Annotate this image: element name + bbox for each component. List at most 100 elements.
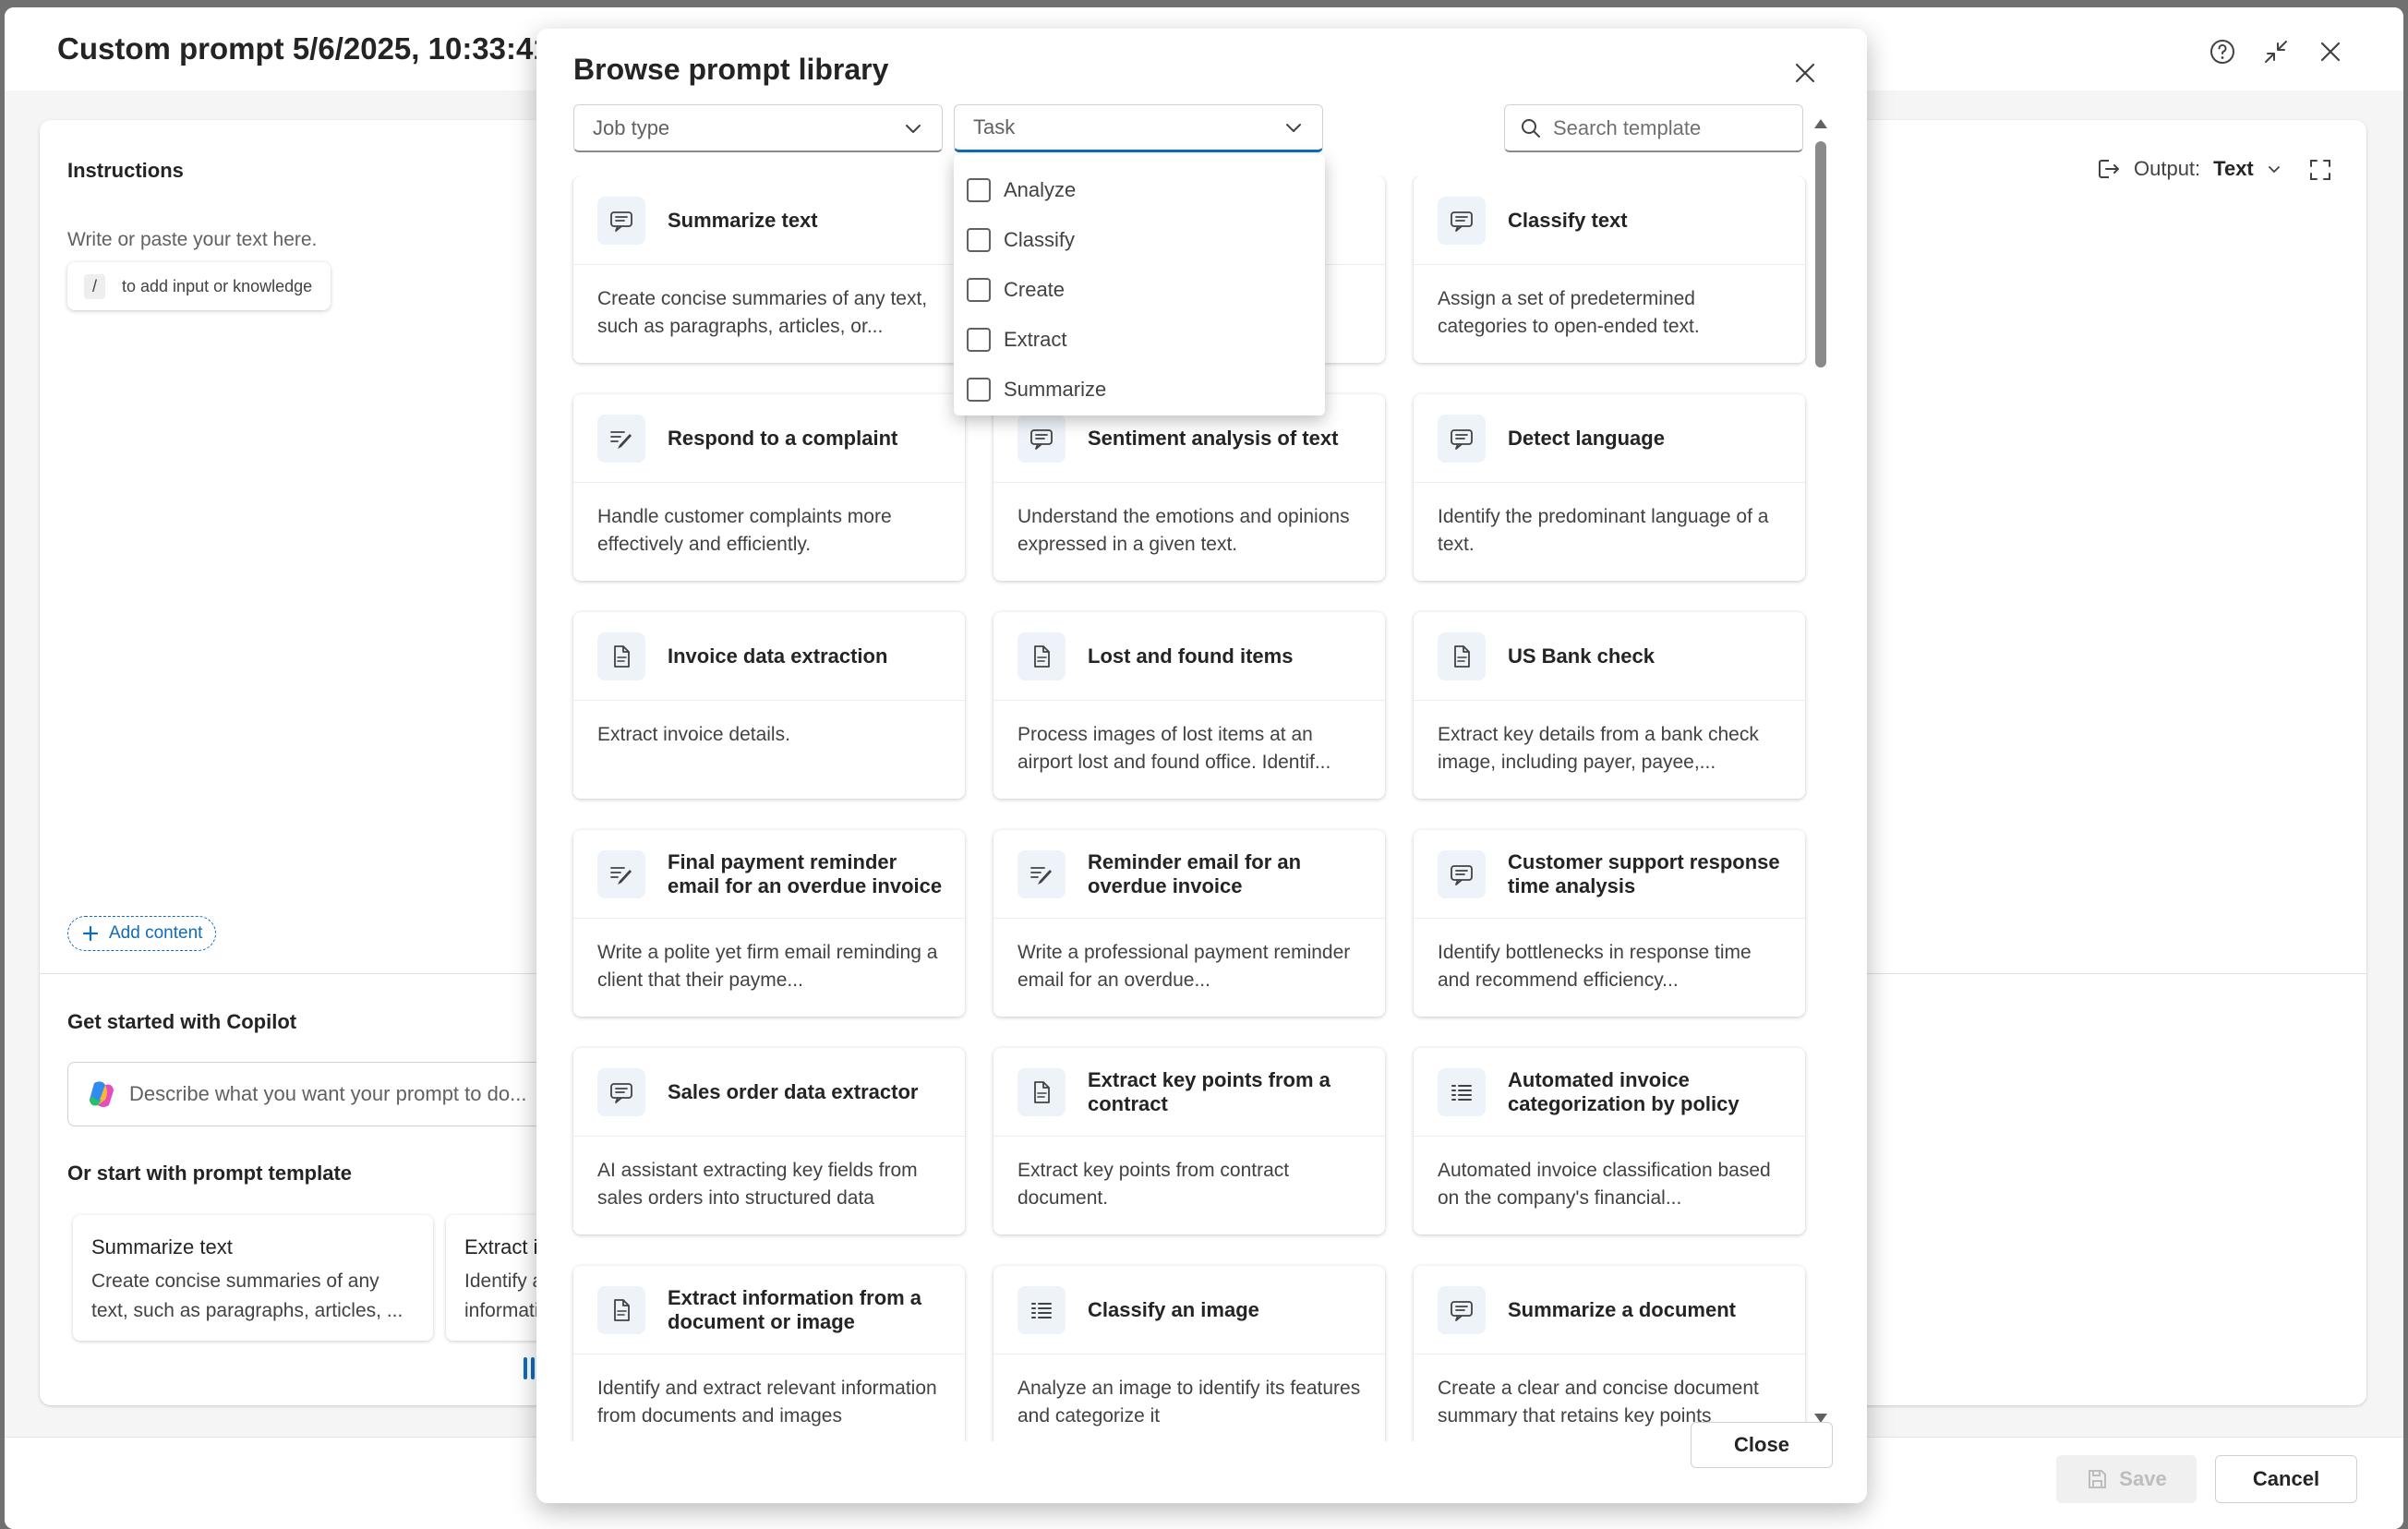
pen-lines-icon <box>1017 849 1066 898</box>
help-icon[interactable] <box>2204 33 2241 70</box>
task-option-label: Summarize <box>1004 378 1107 401</box>
slash-key: / <box>84 273 106 299</box>
checkbox[interactable] <box>967 328 991 352</box>
template-card[interactable]: US Bank check Extract key details from a … <box>1414 612 1805 799</box>
template-card[interactable]: Sentiment analysis of text Understand the… <box>993 394 1385 581</box>
task-placeholder: Task <box>973 115 1016 138</box>
template-card[interactable]: Extract information from a document or i… <box>573 1266 965 1441</box>
checkbox[interactable] <box>967 178 991 202</box>
checkbox[interactable] <box>967 278 991 302</box>
save-label: Save <box>2119 1467 2167 1490</box>
cancel-button[interactable]: Cancel <box>2215 1455 2357 1503</box>
template-card-header: Sales order data extractor <box>573 1048 965 1137</box>
template-card-desc: Extract invoice details. <box>597 724 790 745</box>
add-content-button[interactable]: Add content <box>67 916 217 951</box>
template-card-desc: Identify bottlenecks in response time an… <box>1438 942 1752 991</box>
template-heading: Or start with prompt template <box>67 1162 353 1185</box>
task-option-summarize[interactable]: Summarize <box>954 365 1325 415</box>
task-option-extract[interactable]: Extract <box>954 315 1325 365</box>
text-icon <box>597 196 645 245</box>
template-card-title: Classify an image <box>1088 1297 1259 1321</box>
document-icon <box>1017 1067 1066 1116</box>
collapse-icon[interactable] <box>2258 33 2294 70</box>
save-button[interactable]: Save <box>2056 1455 2197 1503</box>
template-card-title: Summarize text <box>668 208 818 232</box>
template-card[interactable]: Sales order data extractor AI assistant e… <box>573 1048 965 1234</box>
task-option-classify[interactable]: Classify <box>954 215 1325 265</box>
checkbox[interactable] <box>967 378 991 402</box>
template-card-desc: Extract key details from a bank check im… <box>1438 724 1759 773</box>
template-card[interactable]: Invoice data extraction Extract invoice d… <box>573 612 965 799</box>
chevron-down-icon <box>2268 166 2280 173</box>
search-template-input[interactable]: Search template <box>1504 104 1803 152</box>
template-card-title: Sentiment analysis of text <box>1088 426 1339 450</box>
chevron-down-icon <box>906 124 921 133</box>
task-dropdown[interactable]: Task <box>954 104 1323 152</box>
plus-icon <box>82 925 99 942</box>
template-card-header: Lost and found items <box>993 612 1385 701</box>
template-card[interactable]: Lost and found items Process images of lo… <box>993 612 1385 799</box>
task-option-label: Extract <box>1004 328 1067 351</box>
copilot-heading: Get started with Copilot <box>67 1010 297 1033</box>
task-option-analyze[interactable]: Analyze <box>954 165 1325 215</box>
list-icon <box>1017 1285 1066 1334</box>
job-type-placeholder: Job type <box>593 115 670 139</box>
document-icon <box>597 632 645 680</box>
copilot-placeholder: Describe what you want your prompt to do… <box>129 1082 527 1105</box>
scrollbar[interactable] <box>1812 115 1829 1423</box>
template-card[interactable]: Extract key points from a contract Extrac… <box>993 1048 1385 1234</box>
scrollbar-thumb[interactable] <box>1815 141 1826 367</box>
template-card-header: Extract key points from a contract <box>993 1048 1385 1137</box>
template-card-header: Automated invoice categorization by poli… <box>1414 1048 1805 1137</box>
template-card[interactable]: Classify text Assign a set of predetermin… <box>1414 176 1805 363</box>
template-card-desc: Create a clear and concise document summ… <box>1438 1378 1759 1427</box>
template-card[interactable]: Respond to a complaint Handle customer co… <box>573 394 965 581</box>
add-content-label: Add content <box>109 923 203 943</box>
scroll-up-arrow-icon[interactable] <box>1812 115 1829 132</box>
expand-icon[interactable] <box>2306 155 2335 185</box>
checkbox[interactable] <box>967 228 991 252</box>
dialog-title: Browse prompt library <box>573 53 889 86</box>
prompt-title: Custom prompt 5/6/2025, 10:33:41 AM <box>57 31 605 66</box>
template-card-header: Invoice data extraction <box>573 612 965 701</box>
close-window-icon[interactable] <box>2312 33 2349 70</box>
output-value[interactable]: Text <box>2213 157 2254 181</box>
template-card-desc: Automated invoice classification based o… <box>1438 1160 1771 1209</box>
template-card[interactable]: Automated invoice categorization by poli… <box>1414 1048 1805 1234</box>
output-selector[interactable]: Output: Text <box>2097 146 2282 192</box>
template-card-desc: AI assistant extracting key fields from … <box>597 1160 918 1209</box>
template-card-header: Summarize a document <box>1414 1266 1805 1354</box>
template-card-title: Classify text <box>1508 208 1628 232</box>
template-card-header: Detect language <box>1414 394 1805 483</box>
document-icon <box>1438 632 1486 680</box>
template-card[interactable]: Summarize text Create concise summaries o… <box>573 176 965 363</box>
template-tile[interactable]: Summarize text Create concise summaries … <box>73 1215 433 1341</box>
job-type-dropdown[interactable]: Job type <box>573 104 943 152</box>
task-option-label: Create <box>1004 278 1066 301</box>
template-card-header: US Bank check <box>1414 612 1805 701</box>
template-card-desc: Understand the emotions and opinions exp… <box>1017 506 1350 555</box>
task-option-create[interactable]: Create <box>954 265 1325 315</box>
template-card[interactable]: Final payment reminder email for an over… <box>573 830 965 1017</box>
template-card[interactable]: Reminder email for an overdue invoice Wri… <box>993 830 1385 1017</box>
text-icon <box>1017 414 1066 463</box>
close-button[interactable]: Close <box>1691 1422 1833 1468</box>
template-card[interactable]: Customer support response time analysis I… <box>1414 830 1805 1017</box>
template-card[interactable]: Classify an image Analyze an image to ide… <box>993 1266 1385 1441</box>
search-icon <box>1522 118 1540 138</box>
template-card-header: Customer support response time analysis <box>1414 830 1805 919</box>
template-tile-title: Summarize text <box>91 1235 233 1258</box>
template-card[interactable]: Detect language Identify the predominant … <box>1414 394 1805 581</box>
instructions-editor[interactable]: Write or paste your text here. <box>67 229 317 251</box>
save-icon <box>2089 1470 2107 1488</box>
template-card-desc: Extract key points from contract documen… <box>1017 1160 1290 1209</box>
template-card-title: Summarize a document <box>1508 1297 1736 1321</box>
template-tile-desc: Create concise summaries of any text, su… <box>91 1270 403 1321</box>
template-card-title: Reminder email for an overdue invoice <box>1088 849 1302 897</box>
search-placeholder: Search template <box>1553 115 1702 139</box>
template-card-desc: Handle customer complaints more effectiv… <box>597 506 892 555</box>
template-card[interactable]: Summarize a document Create a clear and c… <box>1414 1266 1805 1441</box>
task-options-listbox: Analyze Classify Create Extract Summarize <box>954 154 1325 415</box>
template-card-desc: Assign a set of predetermined categories… <box>1438 288 1700 337</box>
close-icon[interactable] <box>1787 54 1824 91</box>
